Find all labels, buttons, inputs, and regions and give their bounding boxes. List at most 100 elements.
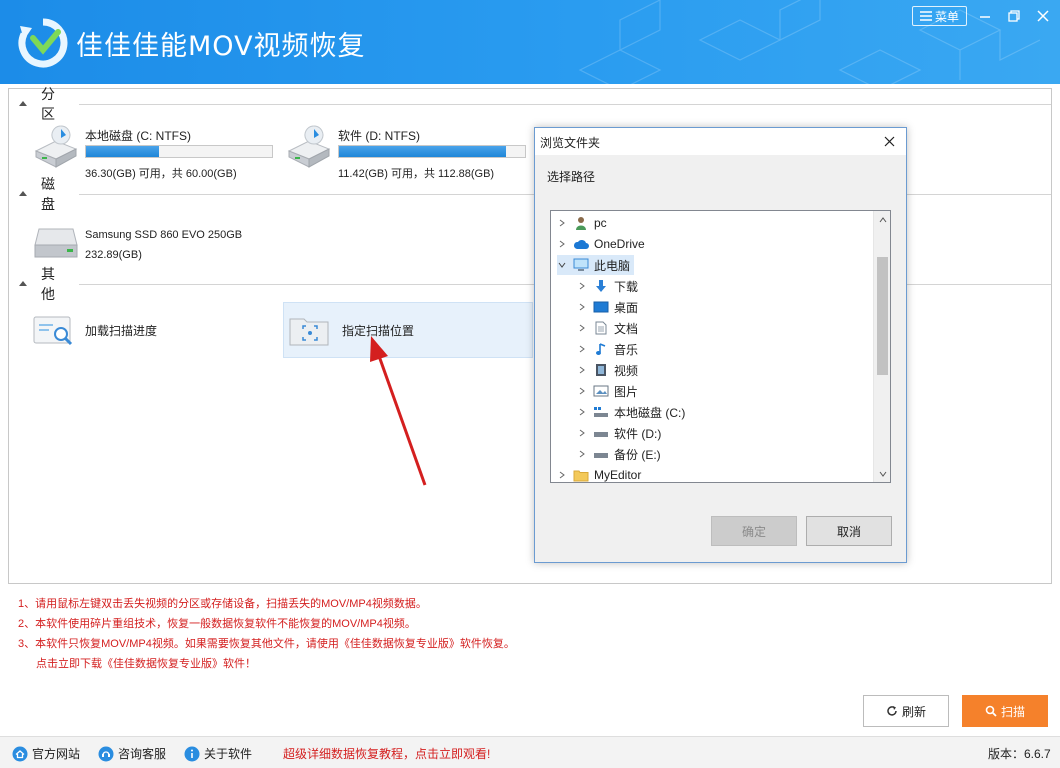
load-scan-progress-item[interactable]: 加载扫描进度 <box>33 302 283 358</box>
item-label: 加载扫描进度 <box>85 323 158 338</box>
tree-label: OneDrive <box>594 237 645 251</box>
partition-item-d[interactable]: 软件 (D: NTFS) 11.42(GB) 可用，共 112.88(GB) <box>286 123 536 183</box>
tree-item-drive-c[interactable]: 本地磁盘 (C:) <box>577 402 685 422</box>
chevron-right-icon <box>577 281 587 291</box>
disk-name: Samsung SSD 860 EVO 250GB <box>85 229 243 241</box>
menu-icon <box>919 11 932 21</box>
disk-info: 232.89(GB) <box>85 249 142 261</box>
drive-icon <box>593 425 609 441</box>
tree-item-videos[interactable]: 视频 <box>577 360 638 380</box>
section-label: 分区 <box>41 87 55 123</box>
tree-label: MyEditor <box>594 468 642 482</box>
status-bar: 官方网站 咨询客服 关于软件 超级详细数据恢复教程，点击立即观看! 版本：6.6… <box>0 736 1060 768</box>
close-button[interactable] <box>1032 6 1054 26</box>
hard-drive-icon <box>287 125 331 168</box>
instructions: 1、请用鼠标左键双击丢失视频的分区或存储设备，扫描丢失的MOV/MP4视频数据。… <box>18 594 515 674</box>
cloud-icon <box>573 236 589 252</box>
version-label: 版本：6.6.7 <box>988 747 1051 761</box>
folder-scan-icon <box>289 318 329 346</box>
tree-label: 视频 <box>614 363 639 378</box>
app-title: 佳佳佳能MOV视频恢复 <box>76 31 366 62</box>
scroll-thumb[interactable] <box>877 257 888 375</box>
download-icon <box>593 278 609 294</box>
cancel-button[interactable]: 取消 <box>806 516 892 546</box>
item-label: 指定扫描位置 <box>342 323 415 338</box>
dialog-title: 浏览文件夹 <box>540 136 601 150</box>
tree-label: pc <box>594 216 607 230</box>
picture-icon <box>593 383 609 399</box>
chevron-right-icon <box>577 449 587 459</box>
chevron-right-icon <box>557 239 567 249</box>
close-icon <box>1037 10 1049 22</box>
support-link[interactable]: 咨询客服 <box>98 745 166 762</box>
menu-button[interactable]: 菜单 <box>912 6 967 26</box>
user-icon <box>573 215 589 231</box>
tree-item-pictures[interactable]: 图片 <box>577 381 638 401</box>
chevron-up-icon <box>879 216 886 222</box>
tree-item-downloads[interactable]: 下载 <box>577 276 638 296</box>
tree-scrollbar[interactable] <box>873 211 890 482</box>
tree-item-pc[interactable]: pc <box>557 213 607 233</box>
maximize-button[interactable] <box>1003 6 1025 26</box>
title-bar: 佳佳佳能MOV视频恢复 菜单 <box>0 0 1060 84</box>
note-line: 3、本软件只恢复MOV/MP4视频。如果需要恢复其他文件，请使用《佳佳数据恢复专… <box>18 638 515 650</box>
restore-icon <box>1008 10 1020 22</box>
website-link[interactable]: 官方网站 <box>12 745 80 762</box>
support-label: 咨询客服 <box>118 747 167 761</box>
tree-label: 图片 <box>614 384 639 399</box>
scan-label: 扫描 <box>1000 704 1025 719</box>
usage-fill <box>86 146 160 157</box>
collapse-icon <box>19 190 27 196</box>
chevron-down-icon <box>879 471 886 477</box>
section-label: 其他 <box>41 267 55 303</box>
ssd-icon <box>34 228 78 258</box>
document-icon <box>593 320 609 336</box>
partition-info: 36.30(GB) 可用，共 60.00(GB) <box>85 168 237 180</box>
tree-item-drive-d[interactable]: 软件 (D:) <box>577 423 661 443</box>
chevron-right-icon <box>577 365 587 375</box>
tree-item-desktop[interactable]: 桌面 <box>577 297 638 317</box>
website-label: 官方网站 <box>32 747 81 761</box>
scroll-down-button[interactable] <box>874 465 890 482</box>
chevron-right-icon <box>577 386 587 396</box>
tree-label: 备份 (E:) <box>614 447 661 462</box>
scroll-up-button[interactable] <box>874 211 890 228</box>
specify-scan-location-item[interactable]: 指定扫描位置 <box>283 302 533 358</box>
tree-item-myeditor[interactable]: MyEditor <box>557 465 642 482</box>
usage-fill <box>339 146 507 157</box>
section-partition[interactable]: 分区 <box>19 87 1051 123</box>
folder-icon <box>573 467 589 482</box>
minimize-icon <box>980 16 990 18</box>
search-icon <box>985 705 997 717</box>
tutorial-promo-link[interactable]: 超级详细数据恢复教程，点击立即观看! <box>283 745 490 762</box>
chevron-right-icon <box>577 344 587 354</box>
scan-button[interactable]: 扫描 <box>962 695 1048 727</box>
chevron-right-icon <box>577 407 587 417</box>
chevron-right-icon <box>577 323 587 333</box>
home-icon <box>12 746 28 761</box>
download-link[interactable]: 点击立即下载《佳佳数据恢复专业版》软件！ <box>18 654 515 674</box>
dialog-title-bar: 浏览文件夹 <box>535 128 906 155</box>
folder-tree[interactable]: pc OneDrive 此电脑 下载 桌面 文档 音乐 视频 图片 本地磁盘 (… <box>550 210 891 483</box>
chevron-right-icon <box>577 302 587 312</box>
minimize-button[interactable] <box>974 6 996 26</box>
music-icon <box>593 341 609 357</box>
ok-button[interactable]: 确定 <box>711 516 797 546</box>
tree-label: 软件 (D:) <box>614 426 662 441</box>
refresh-button[interactable]: 刷新 <box>863 695 949 727</box>
tree-item-this-pc[interactable]: 此电脑 <box>557 255 635 275</box>
tree-item-drive-e[interactable]: 备份 (E:) <box>577 444 661 464</box>
tree-label: 本地磁盘 (C:) <box>614 405 686 420</box>
dialog-close-button[interactable] <box>880 132 898 150</box>
tree-item-music[interactable]: 音乐 <box>577 339 638 359</box>
tree-item-documents[interactable]: 文档 <box>577 318 638 338</box>
chevron-down-icon <box>557 260 567 270</box>
video-icon <box>593 362 609 378</box>
about-link[interactable]: 关于软件 <box>184 745 252 762</box>
partition-item-c[interactable]: 本地磁盘 (C: NTFS) 36.30(GB) 可用，共 60.00(GB) <box>33 123 283 183</box>
computer-icon <box>573 257 589 273</box>
tree-item-onedrive[interactable]: OneDrive <box>557 234 645 254</box>
info-icon <box>184 746 200 761</box>
usage-bar <box>338 145 526 158</box>
desktop-icon <box>593 299 609 315</box>
